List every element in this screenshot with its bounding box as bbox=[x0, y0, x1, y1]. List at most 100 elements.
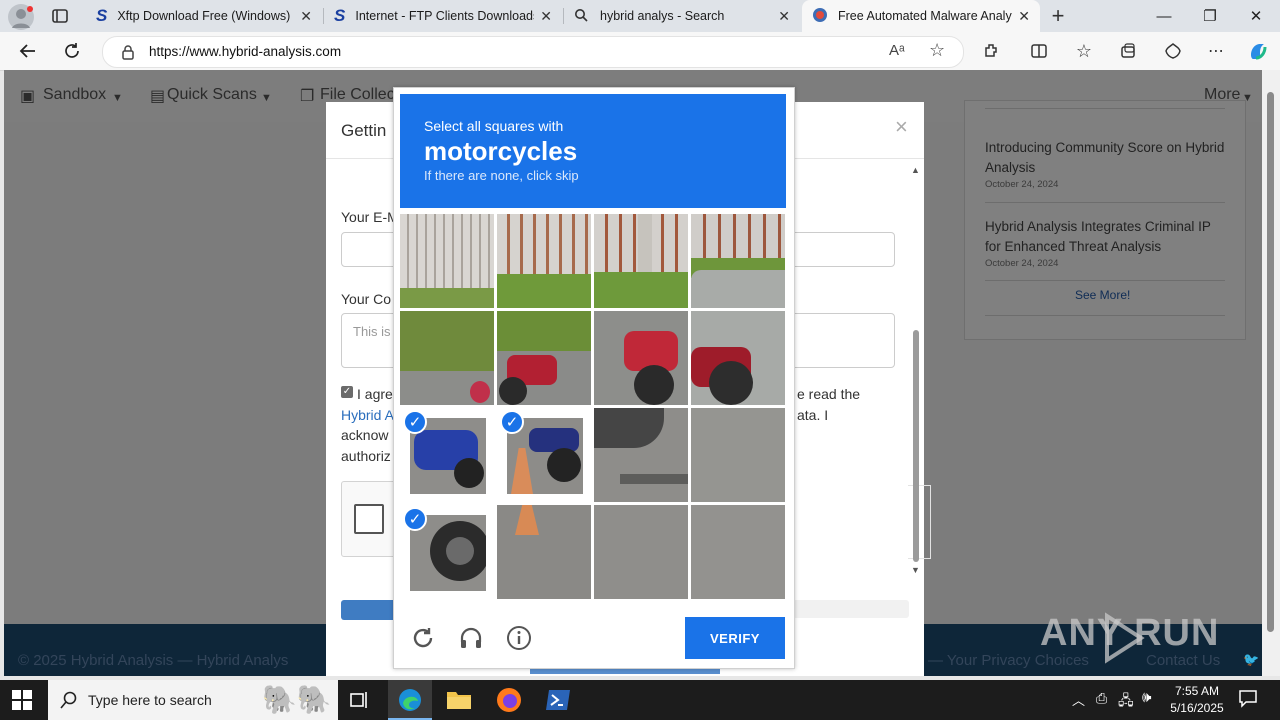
nav-sandbox[interactable]: Sandbox bbox=[43, 86, 106, 104]
refresh-challenge-icon[interactable] bbox=[409, 624, 437, 652]
hybrid-analysis-link[interactable]: Hybrid A bbox=[341, 407, 394, 423]
nav-quick-scans[interactable]: Quick Scans bbox=[167, 86, 257, 104]
twitter-icon[interactable]: 🐦 bbox=[1243, 652, 1259, 668]
news-title[interactable]: Hybrid Analysis Integrates Criminal IP f… bbox=[985, 217, 1230, 257]
divider bbox=[985, 280, 1225, 281]
copilot-icon[interactable] bbox=[1242, 32, 1274, 70]
modal-scrollbar-thumb[interactable] bbox=[913, 330, 919, 562]
captcha-tile[interactable] bbox=[400, 311, 494, 405]
extensions-icon[interactable] bbox=[975, 32, 1007, 70]
tab-actions-icon[interactable] bbox=[50, 6, 70, 26]
notifications-icon[interactable] bbox=[1238, 688, 1258, 711]
close-icon[interactable]: ✕ bbox=[540, 8, 552, 25]
acknowledge-text: acknow bbox=[341, 427, 389, 443]
tab-title: hybrid analys - Search bbox=[600, 9, 725, 23]
caret-down-icon: ▼ bbox=[261, 92, 272, 104]
captcha-tile[interactable] bbox=[594, 214, 688, 308]
browser-toolbar: https://www.hybrid-analysis.com Aᵃ ☆ ☆ ⋯ bbox=[0, 32, 1280, 71]
more-menu-icon[interactable]: ⋯ bbox=[1200, 32, 1232, 70]
divider bbox=[985, 315, 1225, 316]
tab-ftp-clients[interactable]: S Internet - FTP Clients Downloads ✕ bbox=[324, 0, 562, 32]
back-arrow-icon[interactable] bbox=[12, 32, 44, 70]
modal-close-icon[interactable]: × bbox=[895, 114, 908, 140]
page-scrollbar[interactable] bbox=[1262, 70, 1280, 676]
split-screen-icon[interactable] bbox=[1023, 32, 1055, 70]
clock-time: 7:55 AM bbox=[1174, 684, 1220, 698]
news-date: October 24, 2024 bbox=[985, 258, 1059, 269]
profile-avatar[interactable] bbox=[8, 4, 34, 30]
refresh-icon[interactable] bbox=[56, 32, 88, 70]
taskbar-search[interactable]: Type here to search 🐘🐘 bbox=[48, 680, 338, 720]
minimize-icon[interactable]: — bbox=[1141, 0, 1187, 32]
captcha-tile[interactable] bbox=[691, 408, 785, 502]
scroll-down-icon[interactable]: ▼ bbox=[911, 565, 920, 575]
tab-hybrid-analysis[interactable]: Free Automated Malware Analysi ✕ bbox=[802, 0, 1040, 32]
captcha-tile[interactable] bbox=[691, 505, 785, 599]
checkmark-icon: ✓ bbox=[403, 507, 427, 531]
copy-icon: ❐ bbox=[300, 88, 315, 105]
new-tab-plus-icon[interactable]: + bbox=[1046, 4, 1070, 28]
restore-icon[interactable]: ❐ bbox=[1187, 0, 1233, 32]
captcha-tile[interactable] bbox=[594, 408, 688, 502]
captcha-hint: If there are none, click skip bbox=[424, 168, 579, 183]
tab-search[interactable]: hybrid analys - Search ✕ bbox=[564, 0, 800, 32]
captcha-tile[interactable] bbox=[497, 214, 591, 308]
tab-xftp[interactable]: S Xftp Download Free (Windows) - ✕ bbox=[86, 0, 322, 32]
close-icon[interactable]: ✕ bbox=[300, 8, 312, 25]
recaptcha-checkbox[interactable] bbox=[354, 504, 384, 534]
audio-headphones-icon[interactable] bbox=[457, 624, 485, 652]
close-icon[interactable]: ✕ bbox=[778, 8, 790, 25]
divider bbox=[985, 108, 1225, 109]
tab-title: Free Automated Malware Analysi bbox=[838, 9, 1013, 23]
firefox-icon[interactable] bbox=[496, 687, 522, 716]
verify-button[interactable]: VERIFY bbox=[685, 617, 785, 659]
tray-chevron-icon[interactable]: ︿ bbox=[1072, 690, 1085, 709]
close-icon[interactable]: ✕ bbox=[1018, 8, 1030, 25]
lock-icon[interactable] bbox=[121, 44, 135, 63]
cube-icon: ▣ bbox=[20, 88, 36, 105]
read-aloud-icon[interactable]: Aᵃ bbox=[889, 42, 905, 59]
news-title[interactable]: Introducing Community Score on Hybrid An… bbox=[985, 138, 1230, 178]
scrollbar-thumb[interactable] bbox=[1267, 92, 1274, 632]
tab-title: Internet - FTP Clients Downloads bbox=[355, 9, 535, 23]
favorites-icon[interactable]: ☆ bbox=[1068, 32, 1100, 70]
checkmark-icon: ✓ bbox=[403, 410, 427, 434]
favorite-star-icon[interactable]: ☆ bbox=[929, 40, 945, 61]
submit-button[interactable] bbox=[341, 600, 401, 620]
info-icon[interactable] bbox=[505, 624, 533, 652]
captcha-tile[interactable] bbox=[691, 214, 785, 308]
search-icon bbox=[574, 8, 588, 25]
captcha-tile[interactable] bbox=[400, 214, 494, 308]
see-more-link[interactable]: See More! bbox=[1075, 288, 1130, 302]
browser-essentials-icon[interactable] bbox=[1157, 32, 1189, 70]
address-bar[interactable]: https://www.hybrid-analysis.com Aᵃ ☆ bbox=[102, 36, 964, 68]
captcha-tile[interactable] bbox=[691, 311, 785, 405]
url-text[interactable]: https://www.hybrid-analysis.com bbox=[149, 44, 341, 59]
volume-icon[interactable]: 🕪 bbox=[1142, 689, 1151, 706]
network-icon[interactable]: 🖧 bbox=[1118, 690, 1134, 714]
windows-start-icon[interactable] bbox=[12, 690, 32, 713]
clock[interactable]: 7:55 AM 5/16/2025 bbox=[1164, 683, 1230, 717]
captcha-tile[interactable] bbox=[497, 311, 591, 405]
scroll-up-icon[interactable]: ▲ bbox=[911, 165, 920, 175]
modal-scrollbar[interactable]: ▲ ▼ bbox=[911, 165, 921, 577]
taskbar-edge[interactable] bbox=[388, 680, 432, 720]
file-explorer-icon[interactable] bbox=[446, 688, 472, 713]
tray-device-icon[interactable]: ⎙ bbox=[1096, 690, 1107, 707]
authorize-text: authoriz bbox=[341, 448, 391, 464]
powershell-icon[interactable] bbox=[545, 688, 571, 715]
email-label: Your E-M bbox=[341, 209, 399, 225]
elephants-decoration-icon: 🐘🐘 bbox=[262, 684, 332, 715]
window-close-icon[interactable]: ✕ bbox=[1233, 0, 1279, 32]
captcha-tile[interactable] bbox=[497, 505, 591, 599]
captcha-header: Select all squares with motorcycles If t… bbox=[400, 94, 786, 208]
divider bbox=[985, 202, 1225, 203]
captcha-tile[interactable] bbox=[594, 505, 688, 599]
news-date: October 24, 2024 bbox=[985, 179, 1059, 190]
comment-placeholder: This is bbox=[353, 324, 391, 339]
task-view-icon[interactable] bbox=[349, 689, 371, 714]
comment-label: Your Co bbox=[341, 291, 392, 307]
captcha-tile[interactable] bbox=[594, 311, 688, 405]
collections-icon[interactable] bbox=[1112, 32, 1144, 70]
agree-checkbox[interactable]: ✓ bbox=[341, 386, 353, 398]
